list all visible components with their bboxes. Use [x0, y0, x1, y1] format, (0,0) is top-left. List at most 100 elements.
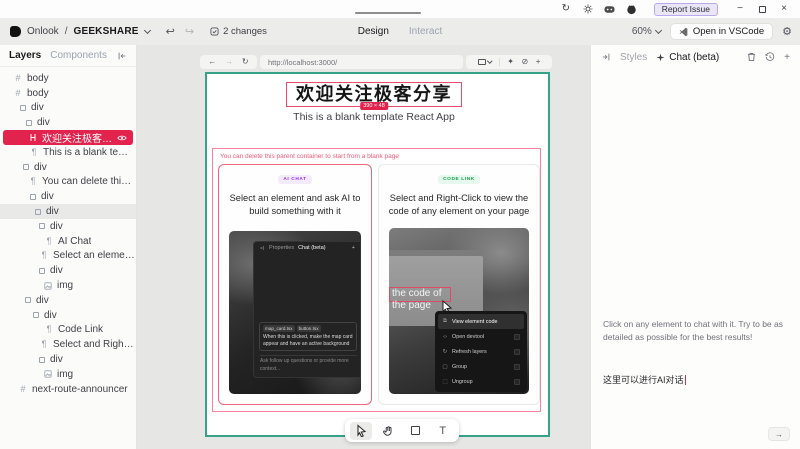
- pan-tool[interactable]: [377, 422, 399, 440]
- window-drag-handle[interactable]: [355, 12, 421, 14]
- layer-row[interactable]: img: [0, 278, 136, 293]
- commit-icon: [210, 27, 219, 36]
- breadcrumb-separator: /: [64, 26, 68, 37]
- layer-row-selected[interactable]: 欢迎关注极客分享: [3, 130, 133, 145]
- shortcut-hint: [514, 363, 520, 370]
- element-icon: [20, 104, 26, 111]
- text-caret: [684, 375, 687, 385]
- layer-row[interactable]: div: [0, 263, 136, 278]
- add-frame-icon[interactable]: +: [536, 58, 541, 66]
- mini-selection-text: the code of the page: [392, 288, 442, 311]
- page-subtitle[interactable]: This is a blank template React App: [207, 111, 541, 123]
- reload-icon[interactable]: ↻: [242, 58, 249, 66]
- changes-indicator[interactable]: 2 changes: [210, 26, 267, 37]
- shortcut-hint: [514, 378, 520, 385]
- history-icon[interactable]: [765, 52, 775, 62]
- trash-icon[interactable]: [747, 52, 756, 62]
- page-frame[interactable]: 欢迎关注极客分享 390 × 48 This is a blank templa…: [205, 72, 550, 437]
- close-icon[interactable]: ×: [778, 3, 790, 15]
- device-select[interactable]: [477, 58, 492, 65]
- brand-name: Onlook: [27, 26, 59, 37]
- discord-icon[interactable]: [604, 3, 616, 15]
- layer-row[interactable]: div: [0, 352, 136, 367]
- url-field[interactable]: http://localhost:3000/: [260, 55, 463, 69]
- hash-icon: #: [15, 87, 21, 98]
- tab-interact[interactable]: Interact: [409, 26, 442, 37]
- layer-row[interactable]: ¶ Code Link: [0, 323, 136, 338]
- layer-row[interactable]: div: [0, 293, 136, 308]
- layer-row-highlighted[interactable]: div: [0, 204, 136, 219]
- image-icon: [44, 281, 52, 290]
- chat-input[interactable]: 这里可以进行AI对话: [603, 373, 687, 386]
- layer-row[interactable]: div: [0, 101, 136, 116]
- layer-row[interactable]: ¶You can delete this paren...: [0, 175, 136, 190]
- redo-icon[interactable]: ↪: [185, 25, 194, 38]
- layer-row[interactable]: ¶This is a blank template R...: [0, 145, 136, 160]
- design-canvas[interactable]: ← → ↻ http://localhost:3000/ ✦ ⊘ + 欢迎关注极…: [137, 40, 590, 449]
- layer-row[interactable]: div: [0, 308, 136, 323]
- tab-chat[interactable]: Chat (beta): [656, 52, 719, 63]
- layer-row[interactable]: ¶ AI Chat: [0, 234, 136, 249]
- shortcut-hint: [514, 333, 520, 340]
- maximize-icon[interactable]: [756, 3, 768, 15]
- layer-row[interactable]: ¶Select and Right-Click...: [0, 337, 136, 352]
- select-tool[interactable]: [350, 421, 373, 440]
- tab-design[interactable]: Design: [358, 26, 389, 37]
- mini-chat-placeholder: Ask follow up questions or provide more …: [260, 355, 357, 372]
- collapse-panel-icon[interactable]: [601, 52, 611, 62]
- layer-row[interactable]: # body: [0, 86, 136, 101]
- text-icon: ¶: [46, 324, 52, 335]
- back-icon[interactable]: ←: [208, 58, 216, 66]
- undo-icon[interactable]: ↩: [166, 25, 175, 38]
- tab-styles[interactable]: Styles: [620, 52, 647, 63]
- disable-interactions-icon[interactable]: ⊘: [521, 58, 528, 66]
- insert-div-tool[interactable]: [405, 422, 427, 440]
- delete-hint-text[interactable]: You can delete this parent container to …: [220, 153, 399, 160]
- collapse-sidebar-icon[interactable]: [117, 51, 127, 61]
- minimize-icon[interactable]: −: [734, 3, 746, 15]
- card-screenshot: Properties Chat (beta) + map_card.tsx bu…: [229, 231, 361, 394]
- layer-row[interactable]: div: [0, 115, 136, 130]
- card-heading[interactable]: Select an element and ask AI to build so…: [226, 192, 364, 219]
- eye-icon[interactable]: [117, 134, 127, 142]
- refresh-icon[interactable]: ↻: [560, 3, 572, 15]
- card-screenshot: the code of the page ⧉ View element code: [389, 228, 529, 394]
- left-sidebar: Layers Components # body # body div div 欢迎…: [0, 45, 137, 449]
- new-chat-icon[interactable]: +: [784, 52, 790, 63]
- layer-row[interactable]: div: [0, 160, 136, 175]
- refresh-icon: ↻: [442, 348, 448, 355]
- project-name[interactable]: GEEKSHARE: [73, 26, 138, 37]
- layer-row[interactable]: ¶Select an element and...: [0, 249, 136, 264]
- text-icon: ¶: [46, 235, 52, 246]
- card-code-link[interactable]: CODE LINK Select and Right-Click to view…: [378, 164, 540, 405]
- report-issue-button[interactable]: Report Issue: [653, 2, 718, 16]
- tab-layers[interactable]: Layers: [9, 50, 41, 61]
- theme-sun-icon[interactable]: [582, 3, 594, 15]
- menu-item-ungroup: ⬚ Ungroup: [438, 374, 524, 389]
- vscode-icon: [679, 27, 688, 36]
- layer-row[interactable]: # next-route-announcer: [0, 382, 136, 397]
- layer-row[interactable]: div: [0, 219, 136, 234]
- insert-text-tool[interactable]: T: [432, 422, 454, 440]
- send-button[interactable]: →: [768, 427, 790, 441]
- layer-row[interactable]: div: [0, 189, 136, 204]
- chevron-down-icon[interactable]: [143, 26, 151, 34]
- github-icon[interactable]: [626, 3, 638, 15]
- open-in-vscode-button[interactable]: Open in VSCode: [669, 23, 774, 40]
- card-heading[interactable]: Select and Right-Click to view the code …: [386, 192, 532, 219]
- card-ai-chat[interactable]: AI CHAT Select an element and ask AI to …: [218, 164, 372, 405]
- code-link-badge: CODE LINK: [438, 175, 480, 184]
- sparkle-icon[interactable]: ✦: [507, 58, 514, 66]
- tab-components[interactable]: Components: [50, 50, 107, 61]
- layer-row[interactable]: # body: [0, 71, 136, 86]
- size-badge: 390 × 48: [360, 102, 388, 110]
- layers-tree: #body #body div div 欢迎关注极客分享 ¶This is a …: [0, 67, 136, 397]
- layer-row[interactable]: img: [0, 367, 136, 382]
- forward-icon[interactable]: →: [225, 58, 233, 66]
- element-icon: [39, 356, 45, 363]
- code-icon: ‹›: [443, 333, 447, 340]
- zoom-control[interactable]: 60%: [632, 26, 662, 37]
- gear-icon[interactable]: ⚙: [782, 25, 792, 38]
- onlook-logo[interactable]: [10, 26, 21, 37]
- collapse-right-icon: [260, 246, 264, 250]
